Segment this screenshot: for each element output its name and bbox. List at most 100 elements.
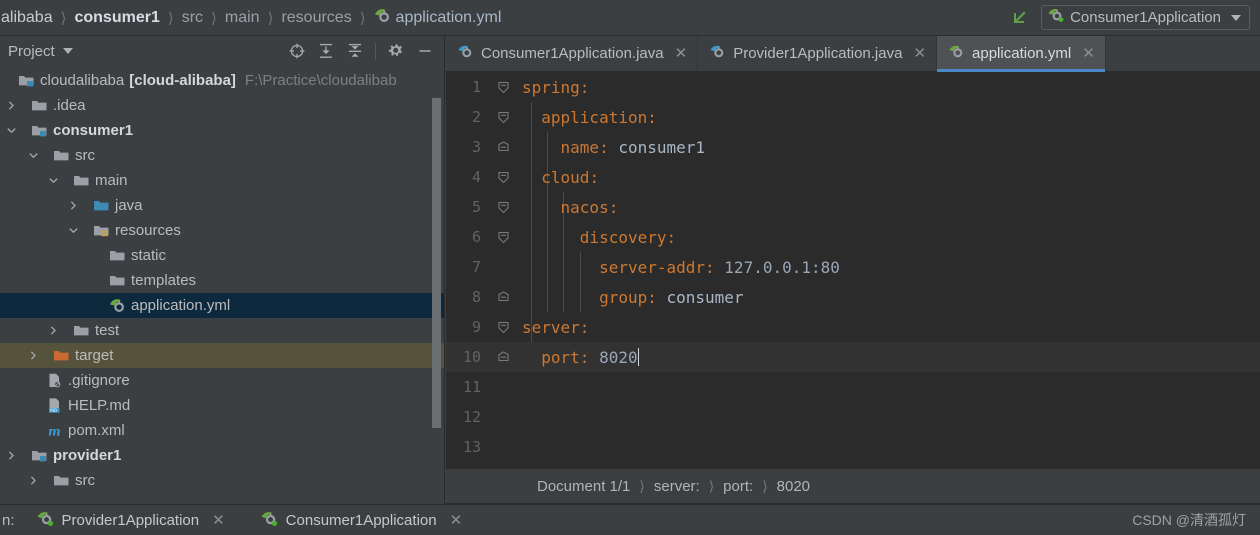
- fold-marker-expanded[interactable]: [492, 81, 514, 94]
- chevron-down-icon[interactable]: [46, 168, 60, 193]
- tree-row-java[interactable]: java: [0, 193, 444, 218]
- code-line-text: server:: [522, 317, 590, 337]
- yaml-value: 127.0.0.1:80: [724, 257, 840, 277]
- tree-row-help-md[interactable]: MD HELP.md: [0, 393, 444, 418]
- run-configuration-label: Consumer1Application: [1070, 9, 1221, 26]
- gear-icon[interactable]: [387, 42, 405, 60]
- code-line[interactable]: 6 discovery:: [446, 222, 1260, 252]
- fold-marker-expanded[interactable]: [492, 201, 514, 214]
- yaml-key: spring: [522, 77, 580, 97]
- chevron-down-icon[interactable]: [26, 143, 40, 168]
- project-tree-scrollbar[interactable]: [432, 98, 441, 468]
- chevron-right-icon[interactable]: [4, 443, 18, 468]
- project-tree[interactable]: cloudalibaba [cloud-alibaba] F:\Practice…: [0, 66, 444, 504]
- resources-folder-icon: [93, 222, 110, 239]
- status-crumb-port[interactable]: port:: [723, 478, 753, 495]
- code-line[interactable]: 4 cloud:: [446, 162, 1260, 192]
- fold-marker-expanded[interactable]: [492, 231, 514, 244]
- tree-row-gitignore[interactable]: .gitignore: [0, 368, 444, 393]
- fold-marker-end[interactable]: [492, 350, 514, 364]
- tree-row-provider1-src[interactable]: src: [0, 468, 444, 493]
- code-editor[interactable]: 1 spring: 2 application: 3 name: consume…: [446, 72, 1260, 468]
- run-widget: Consumer1Application: [1009, 5, 1260, 30]
- hide-icon[interactable]: [416, 42, 434, 60]
- close-icon[interactable]: ✕: [675, 46, 688, 61]
- breadcrumb-item-src[interactable]: src: [181, 9, 204, 27]
- chevron-right-icon[interactable]: [26, 343, 40, 368]
- breadcrumb-item-resources[interactable]: resources: [280, 9, 352, 27]
- code-line[interactable]: 13: [446, 432, 1260, 462]
- breadcrumb-item-main[interactable]: main: [224, 9, 261, 27]
- tree-row-label: application.yml: [131, 297, 231, 314]
- scrollbar-thumb[interactable]: [432, 98, 441, 428]
- chevron-down-icon[interactable]: [62, 48, 73, 54]
- close-icon[interactable]: ✕: [1082, 46, 1095, 61]
- status-crumb-server[interactable]: server:: [654, 478, 700, 495]
- editor-tab-provider1application-java[interactable]: Provider1Application.java ✕: [698, 36, 938, 71]
- run-arrow-icon[interactable]: [1009, 7, 1031, 29]
- breadcrumb-label: main: [224, 8, 260, 26]
- tree-row-main[interactable]: main: [0, 168, 444, 193]
- breadcrumb-item-consumer1[interactable]: consumer1: [73, 9, 160, 27]
- breadcrumb-separator: ⟩: [267, 9, 274, 27]
- line-number: 2: [471, 108, 481, 126]
- tree-row-target[interactable]: target: [0, 343, 444, 368]
- chevron-right-icon[interactable]: [26, 468, 40, 493]
- tree-row-label: pom.xml: [68, 422, 125, 439]
- close-icon[interactable]: ✕: [913, 46, 926, 61]
- run-configuration-selector[interactable]: Consumer1Application: [1041, 5, 1250, 30]
- code-line[interactable]: 7 server-addr: 127.0.0.1:80: [446, 252, 1260, 282]
- tree-row-src[interactable]: src: [0, 143, 444, 168]
- editor-tab-consumer1application-java[interactable]: Consumer1Application.java ✕: [446, 36, 699, 71]
- code-line[interactable]: 12: [446, 402, 1260, 432]
- fold-marker-expanded[interactable]: [492, 171, 514, 184]
- tree-row-static[interactable]: static: [0, 243, 444, 268]
- breadcrumb-item-alibaba[interactable]: alibaba: [0, 9, 54, 27]
- expand-all-icon[interactable]: [317, 42, 335, 60]
- code-line-current[interactable]: 10 port: 8020: [446, 342, 1260, 372]
- code-line[interactable]: 5 nacos:: [446, 192, 1260, 222]
- status-crumb-value[interactable]: 8020: [777, 478, 810, 495]
- chevron-down-icon[interactable]: [4, 118, 18, 143]
- line-number: 12: [462, 408, 481, 426]
- tree-row-cloudalibaba[interactable]: cloudalibaba [cloud-alibaba] F:\Practice…: [0, 68, 444, 93]
- tree-row-templates[interactable]: templates: [0, 268, 444, 293]
- fold-marker-expanded[interactable]: [492, 321, 514, 334]
- tree-row-test[interactable]: test: [0, 318, 444, 343]
- code-line[interactable]: 11: [446, 372, 1260, 402]
- breadcrumb-separator: ⟩: [639, 477, 645, 494]
- tree-row-pom-xml[interactable]: m pom.xml: [0, 418, 444, 443]
- run-tab-label: Provider1Application: [61, 511, 200, 529]
- collapse-all-icon[interactable]: [346, 42, 364, 60]
- code-line[interactable]: 1 spring:: [446, 72, 1260, 102]
- close-icon[interactable]: ✕: [450, 511, 463, 529]
- chevron-right-icon[interactable]: [4, 93, 18, 118]
- fold-marker-end[interactable]: [492, 290, 514, 304]
- chevron-down-icon[interactable]: [1231, 14, 1241, 21]
- code-line[interactable]: 2 application:: [446, 102, 1260, 132]
- editor-area: Consumer1Application.java ✕ Provider1App…: [446, 36, 1260, 504]
- run-tab-consumer1application[interactable]: Consumer1Application ✕: [239, 510, 477, 531]
- breadcrumb-separator: ⟩: [762, 477, 768, 494]
- select-opened-file-icon[interactable]: [288, 42, 306, 60]
- fold-marker-expanded[interactable]: [492, 111, 514, 124]
- run-tab-provider1application[interactable]: Provider1Application ✕: [15, 510, 239, 531]
- tree-row-consumer1[interactable]: consumer1: [0, 118, 444, 143]
- fold-marker-end[interactable]: [492, 140, 514, 154]
- close-icon[interactable]: ✕: [212, 511, 225, 529]
- chevron-right-icon[interactable]: [66, 193, 80, 218]
- code-line[interactable]: 8 group: consumer: [446, 282, 1260, 312]
- tree-row-provider1[interactable]: provider1: [0, 443, 444, 468]
- line-number: 3: [471, 138, 481, 156]
- tree-row-idea[interactable]: .idea: [0, 93, 444, 118]
- editor-tab-application-yml[interactable]: application.yml ✕: [937, 36, 1106, 72]
- chevron-right-icon[interactable]: [46, 318, 60, 343]
- document-count[interactable]: Document 1/1: [537, 478, 630, 495]
- code-line[interactable]: 3 name: consumer1: [446, 132, 1260, 162]
- chevron-down-icon[interactable]: [66, 218, 80, 243]
- breadcrumb-item-application-yml[interactable]: application.yml: [373, 7, 503, 29]
- code-line[interactable]: 9 server:: [446, 312, 1260, 342]
- code-line-text: name: consumer1: [560, 137, 706, 157]
- tree-row-application-yml[interactable]: application.yml: [0, 293, 444, 318]
- tree-row-resources[interactable]: resources: [0, 218, 444, 243]
